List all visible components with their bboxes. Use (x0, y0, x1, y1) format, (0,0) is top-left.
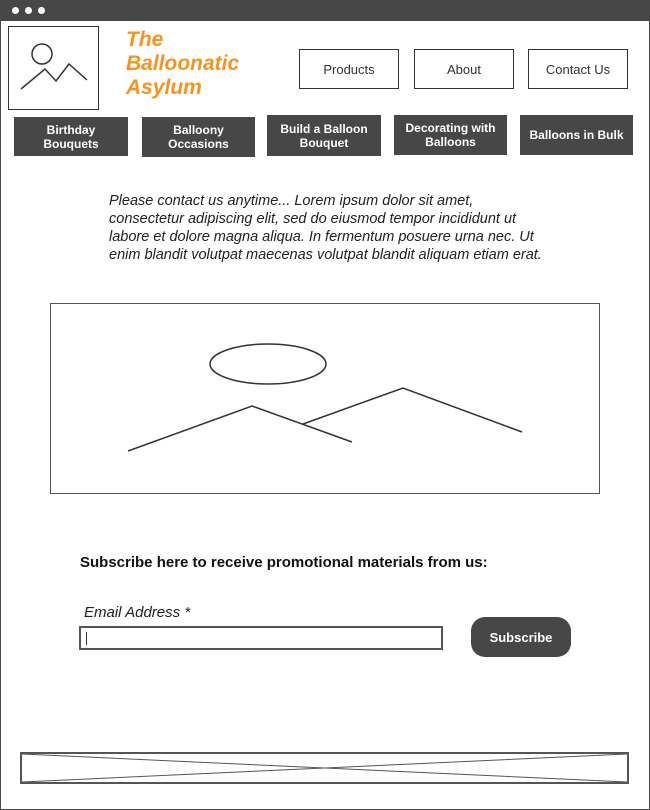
category-birthday-bouquets[interactable]: Birthday Bouquets (14, 117, 128, 156)
window-titlebar (0, 0, 650, 21)
subscribe-heading: Subscribe here to receive promotional ma… (80, 554, 488, 571)
image-placeholder-icon (20, 43, 88, 90)
nav-about-button[interactable]: About (414, 49, 514, 89)
hero-image-placeholder (50, 303, 600, 494)
window-dot-icon (25, 7, 32, 14)
category-build-balloon-bouquet[interactable]: Build a Balloon Bouquet (267, 115, 381, 156)
nav-contact-button[interactable]: Contact Us (528, 49, 628, 89)
text-caret (86, 632, 87, 645)
intro-paragraph: Please contact us anytime... Lorem ipsum… (109, 193, 542, 263)
email-label: Email Address * (84, 604, 191, 621)
site-title[interactable]: The Balloonatic Asylum (126, 28, 286, 100)
logo-image-placeholder[interactable] (8, 26, 99, 110)
image-placeholder-icon (127, 343, 523, 452)
site-title-line: The (126, 28, 164, 51)
category-balloons-in-bulk[interactable]: Balloons in Bulk (520, 115, 633, 155)
site-title-line: Asylum (126, 76, 202, 99)
nav-products-button[interactable]: Products (299, 49, 399, 89)
x-placeholder-icon (21, 753, 628, 783)
site-title-line: Balloonatic (126, 52, 240, 75)
footer-placeholder (20, 752, 629, 784)
window-dot-icon (38, 7, 45, 14)
category-decorating-with-balloons[interactable]: Decorating with Balloons (394, 115, 507, 155)
subscribe-button[interactable]: Subscribe (471, 617, 571, 657)
email-field[interactable] (79, 626, 443, 650)
category-balloony-occasions[interactable]: Balloony Occasions (142, 117, 255, 157)
window-dot-icon (12, 7, 19, 14)
